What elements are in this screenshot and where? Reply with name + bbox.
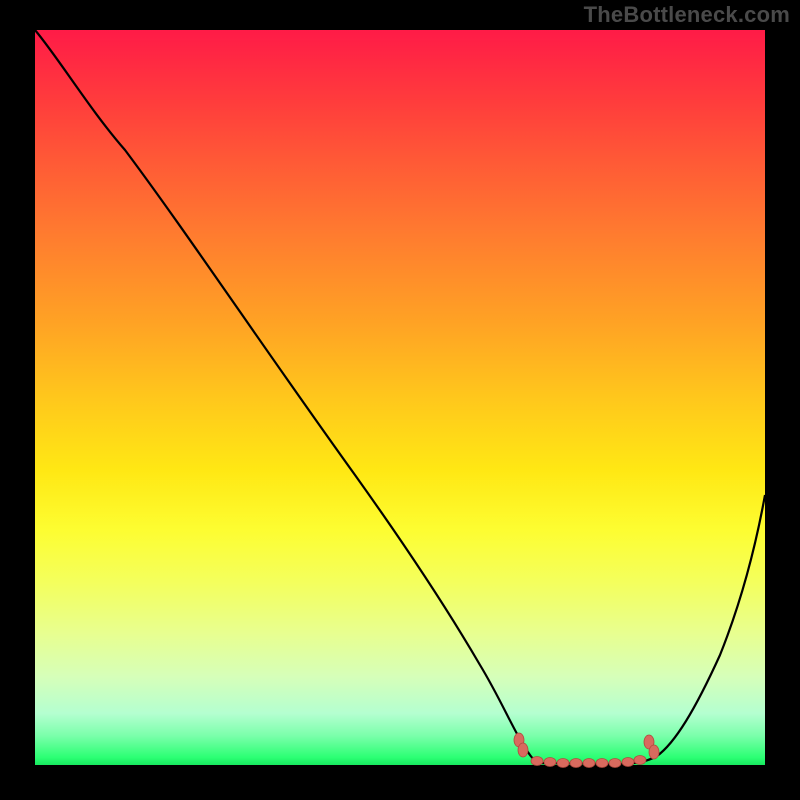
bead-flat-3 bbox=[557, 759, 569, 768]
bead-flat-1 bbox=[531, 757, 543, 766]
bottleneck-curve bbox=[35, 30, 765, 764]
bead-flat-8 bbox=[622, 758, 634, 767]
bead-flat-5 bbox=[583, 759, 595, 768]
curve-svg bbox=[35, 30, 765, 765]
bead-markers bbox=[514, 733, 659, 768]
chart-frame: TheBottleneck.com bbox=[0, 0, 800, 800]
bead-flat-2 bbox=[544, 758, 556, 767]
watermark-text: TheBottleneck.com bbox=[584, 2, 790, 28]
bead-flat-7 bbox=[609, 759, 621, 768]
bead-flat-4 bbox=[570, 759, 582, 768]
bead-left-lower bbox=[518, 743, 528, 757]
bead-right-lower bbox=[649, 745, 659, 759]
bead-flat-6 bbox=[596, 759, 608, 768]
plot-area bbox=[35, 30, 765, 765]
curve-path bbox=[35, 30, 765, 764]
bead-flat-9 bbox=[634, 756, 646, 765]
